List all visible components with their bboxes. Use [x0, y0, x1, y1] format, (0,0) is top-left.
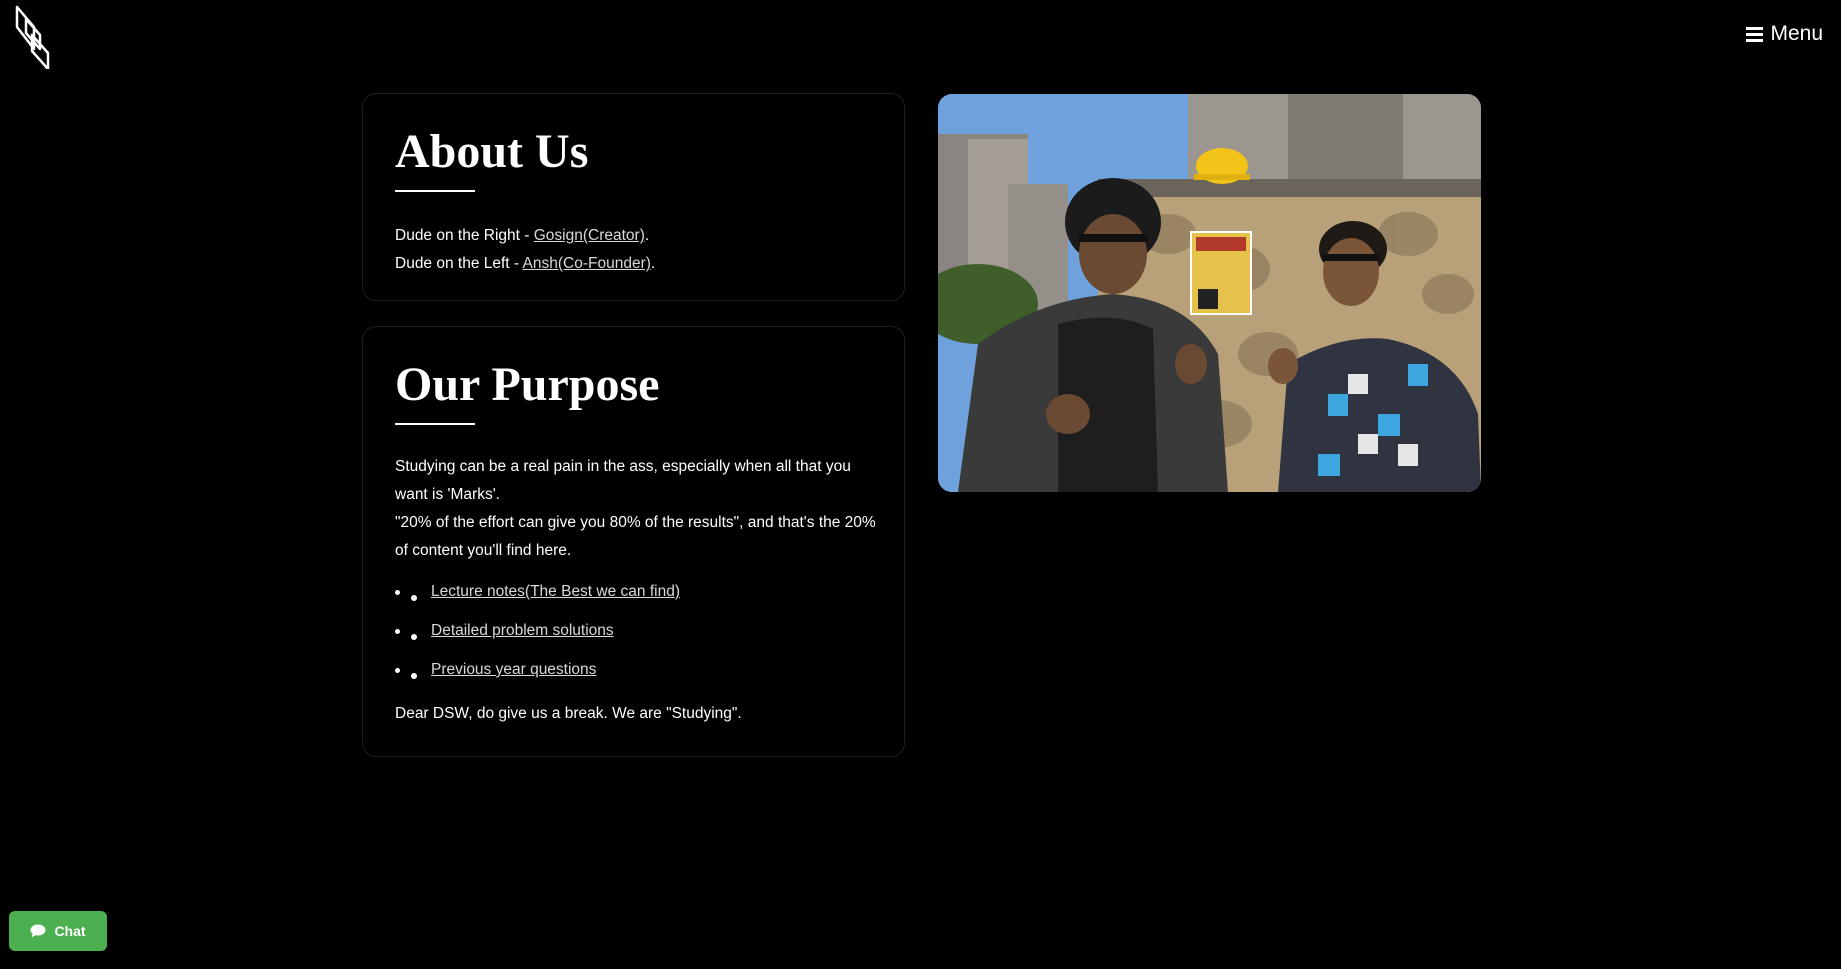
about-text: Dude on the Right - Gosign(Creator). Dud… — [395, 222, 872, 278]
menu-label: Menu — [1770, 22, 1823, 45]
chat-button[interactable]: Chat — [9, 911, 107, 951]
lecture-notes-link[interactable]: Lecture notes(The Best we can find) — [431, 583, 680, 600]
hamburger-icon — [1746, 26, 1764, 42]
founders-photo — [938, 94, 1481, 492]
list-item: Detailed problem solutions — [395, 617, 872, 656]
bullet-icon — [395, 590, 400, 595]
bullet-icon — [411, 595, 417, 601]
period: . — [650, 255, 656, 272]
site-logo[interactable] — [14, 5, 52, 71]
purpose-title: Our Purpose — [395, 358, 660, 411]
about-line-right-label: Dude on the Right - — [395, 227, 534, 244]
menu-button[interactable]: Menu — [1746, 22, 1823, 46]
chat-bubble-icon — [30, 924, 46, 938]
list-item: Lecture notes(The Best we can find) — [395, 578, 872, 617]
bullet-icon — [395, 629, 400, 634]
previous-year-questions-link[interactable]: Previous year questions — [431, 661, 596, 678]
photo-illustration — [938, 94, 1481, 492]
problem-solutions-link[interactable]: Detailed problem solutions — [431, 622, 614, 639]
purpose-paragraph-1: Studying can be a real pain in the ass, … — [395, 458, 851, 503]
about-title: About Us — [395, 125, 589, 178]
about-line-right: Dude on the Right - Gosign(Creator). — [395, 222, 872, 250]
bullet-icon — [395, 668, 400, 673]
resource-list: Lecture notes(The Best we can find) Deta… — [395, 578, 872, 695]
leaf-logo-icon — [15, 5, 50, 71]
about-card: About Us Dude on the Right - Gosign(Crea… — [362, 93, 905, 301]
creator-link[interactable]: Gosign(Creator) — [534, 227, 645, 244]
purpose-paragraph-2: "20% of the effort can give you 80% of t… — [395, 514, 876, 559]
list-item: Previous year questions — [395, 656, 872, 695]
title-underline — [395, 423, 475, 425]
chat-label: Chat — [54, 923, 86, 939]
bullet-icon — [411, 634, 417, 640]
purpose-description: Studying can be a real pain in the ass, … — [395, 453, 881, 565]
about-line-left: Dude on the Left - Ansh(Co-Founder). — [395, 250, 872, 278]
about-line-left-label: Dude on the Left - — [395, 255, 523, 272]
closing-text: Dear DSW, do give us a break. We are "St… — [395, 705, 742, 722]
period: . — [644, 227, 650, 244]
purpose-card: Our Purpose Studying can be a real pain … — [362, 326, 905, 757]
bullet-icon — [411, 673, 417, 679]
cofounder-link[interactable]: Ansh(Co-Founder) — [523, 255, 651, 272]
title-underline — [395, 190, 475, 192]
